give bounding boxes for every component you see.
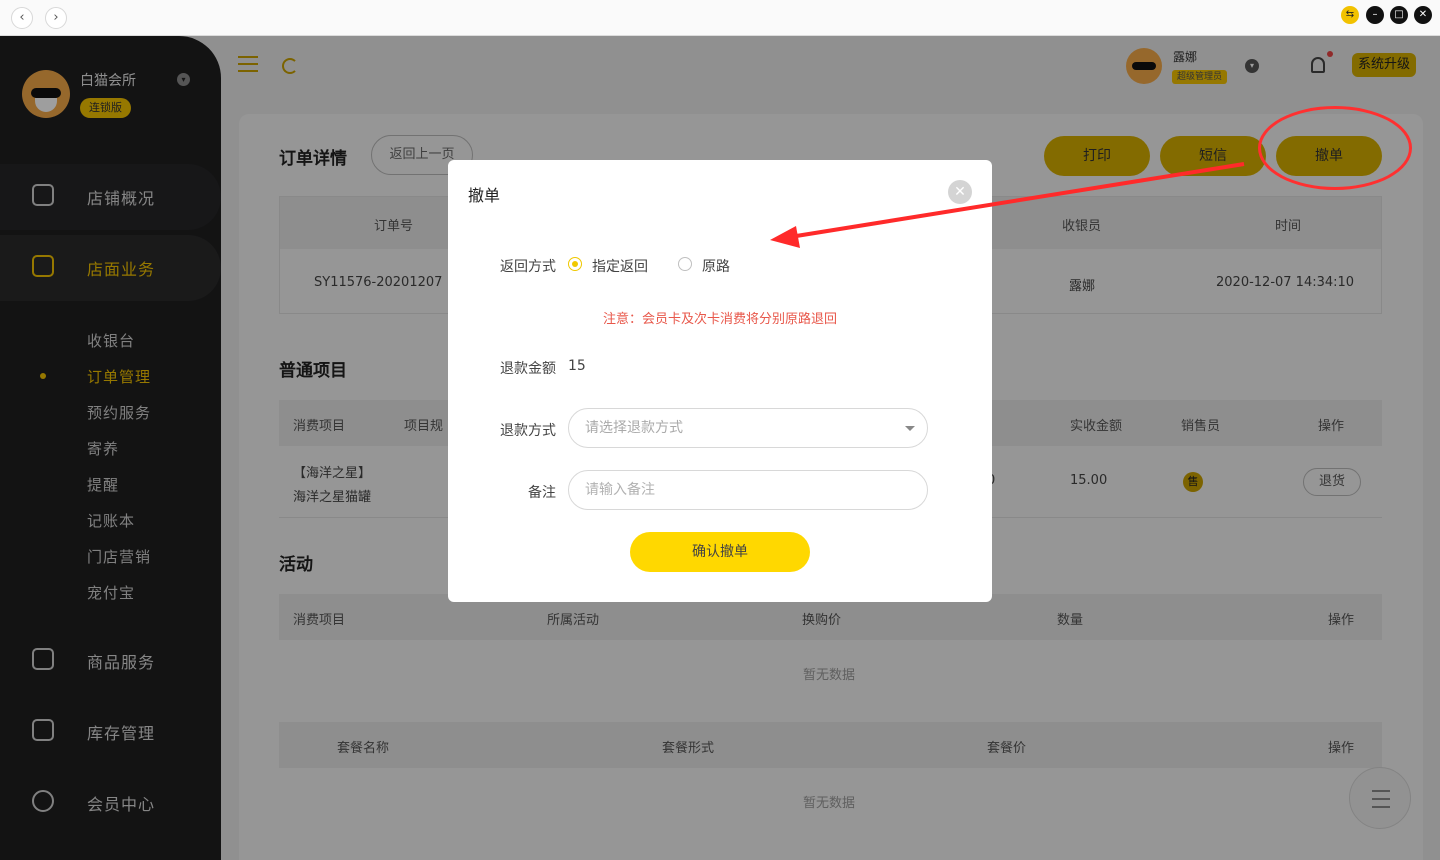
chevron-down-icon [905,426,915,431]
refund-method-label: 退款方式 [500,423,556,439]
refund-notice: 注意：会员卡及次卡消费将分别原路退回 [602,312,837,327]
select-placeholder: 请选择退款方式 [585,420,683,436]
refund-method-select[interactable]: 请选择退款方式 [568,408,928,448]
window-titlebar: ‹ › ⇆ – □ ✕ [0,0,1440,36]
confirm-cancel-order-button[interactable]: 确认撤单 [630,532,810,572]
forward-nav-button[interactable]: › [45,7,67,29]
radio-original-route[interactable] [678,257,692,271]
dialog-title: 撤单 [468,186,501,205]
minimize-icon[interactable]: – [1366,6,1384,24]
remark-label: 备注 [528,485,556,501]
radio-designated-return[interactable] [568,257,582,271]
radio-label-designated[interactable]: 指定返回 [592,256,648,276]
cancel-order-dialog: 撤单 ✕ 返回方式 指定返回 原路 注意：会员卡及次卡消费将分别原路退回 退款金… [448,160,992,602]
back-nav-button[interactable]: ‹ [11,7,33,29]
remark-input[interactable] [568,470,928,510]
close-icon[interactable]: ✕ [1414,6,1432,24]
return-method-label: 返回方式 [500,259,556,275]
exchange-icon[interactable]: ⇆ [1341,6,1359,24]
maximize-icon[interactable]: □ [1390,6,1408,24]
refund-amount-value: 15 [568,358,586,374]
refund-amount-label: 退款金额 [500,361,556,377]
annotation-highlight-circle [1258,106,1412,190]
radio-label-original[interactable]: 原路 [702,256,730,276]
close-icon[interactable]: ✕ [948,180,972,204]
